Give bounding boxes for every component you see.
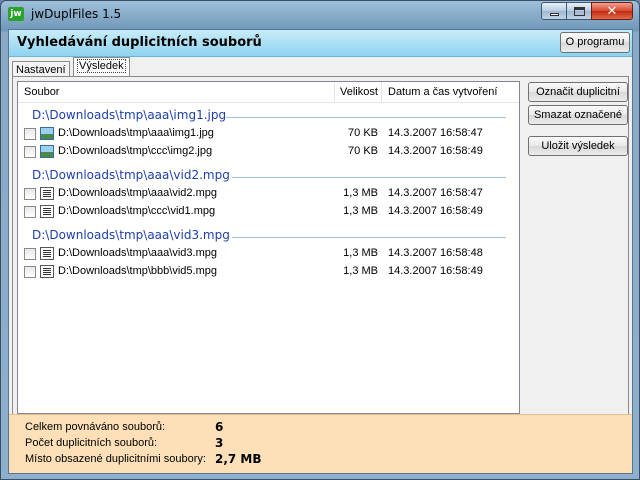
video-file-icon xyxy=(40,205,54,218)
tab-label: Nastavení xyxy=(16,64,66,76)
close-icon: ✕ xyxy=(606,3,618,19)
column-date[interactable]: Datum a čas vytvoření xyxy=(388,86,497,98)
save-result-button[interactable]: Uložit výsledek xyxy=(528,136,628,156)
column-size[interactable]: Velikost xyxy=(340,86,378,98)
app-logo-icon: jw xyxy=(8,7,24,21)
row-checkbox[interactable] xyxy=(24,128,36,140)
duplicate-space-label: Místo obsazené duplicitními soubory: xyxy=(25,453,206,465)
file-path: D:\Downloads\tmp\ccc\vid1.mpg xyxy=(58,205,216,217)
summary-panel: Celkem povnáváno souborů: 6 Počet duplic… xyxy=(9,414,632,473)
minimize-icon xyxy=(549,12,559,16)
image-file-icon xyxy=(40,145,54,158)
file-size: 1,3 MB xyxy=(343,247,378,259)
file-size: 1,3 MB xyxy=(343,187,378,199)
close-button[interactable]: ✕ xyxy=(591,2,633,20)
header-band: Vyhledávání duplicitních souborů O progr… xyxy=(9,30,632,57)
file-path: D:\Downloads\tmp\bbb\vid5.mpg xyxy=(58,265,217,277)
row-checkbox[interactable] xyxy=(24,188,36,200)
list-item[interactable]: D:\Downloads\tmp\ccc\img2.jpg 70 KB 14.3… xyxy=(18,143,519,161)
duplicate-space-value: 2,7 MB xyxy=(215,452,262,466)
group-divider xyxy=(226,117,506,118)
file-date: 14.3.2007 16:58:49 xyxy=(388,265,483,277)
list-item[interactable]: D:\Downloads\tmp\aaa\vid3.mpg 1,3 MB 14.… xyxy=(18,245,519,263)
list-item[interactable]: D:\Downloads\tmp\aaa\vid2.mpg 1,3 MB 14.… xyxy=(18,185,519,203)
minimize-button[interactable] xyxy=(541,2,567,20)
tab-results[interactable]: Výsledek xyxy=(73,57,130,77)
file-size: 70 KB xyxy=(348,127,378,139)
tab-label: Výsledek xyxy=(77,59,126,73)
group-header[interactable]: D:\Downloads\tmp\aaa\img1.jpg xyxy=(32,108,226,122)
list-item[interactable]: D:\Downloads\tmp\ccc\vid1.mpg 1,3 MB 14.… xyxy=(18,203,519,221)
file-path: D:\Downloads\tmp\aaa\img1.jpg xyxy=(58,127,214,139)
video-file-icon xyxy=(40,265,54,278)
row-checkbox[interactable] xyxy=(24,146,36,158)
file-size: 1,3 MB xyxy=(343,265,378,277)
duplicates-list[interactable]: Soubor Velikost Datum a čas vytvoření D:… xyxy=(17,81,520,414)
file-date: 14.3.2007 16:58:48 xyxy=(388,247,483,259)
group-header[interactable]: D:\Downloads\tmp\aaa\vid2.mpg xyxy=(32,168,230,182)
file-date: 14.3.2007 16:58:47 xyxy=(388,187,483,199)
duplicate-count-label: Počet duplicitních souborů: xyxy=(25,437,158,449)
tab-settings[interactable]: Nastavení xyxy=(12,61,70,77)
image-file-icon xyxy=(40,127,54,140)
app-window: jw jwDuplFiles 1.5 ✕ Vyhledávání duplici… xyxy=(0,0,640,480)
video-file-icon xyxy=(40,247,54,260)
file-date: 14.3.2007 16:58:49 xyxy=(388,145,483,157)
window-title: jwDuplFiles 1.5 xyxy=(31,7,122,21)
file-path: D:\Downloads\tmp\ccc\img2.jpg xyxy=(58,145,213,157)
file-size: 1,3 MB xyxy=(343,205,378,217)
maximize-icon xyxy=(573,6,585,16)
row-checkbox[interactable] xyxy=(24,248,36,260)
row-checkbox[interactable] xyxy=(24,206,36,218)
duplicate-count-value: 3 xyxy=(215,436,224,450)
column-separator[interactable] xyxy=(334,82,335,102)
file-path: D:\Downloads\tmp\aaa\vid3.mpg xyxy=(58,247,217,259)
group-header[interactable]: D:\Downloads\tmp\aaa\vid3.mpg xyxy=(32,228,230,242)
client-area: Vyhledávání duplicitních souborů O progr… xyxy=(8,29,633,474)
group-divider xyxy=(232,237,506,238)
delete-marked-button[interactable]: Smazat označené xyxy=(528,105,628,125)
title-bar[interactable]: jw jwDuplFiles 1.5 ✕ xyxy=(1,1,639,29)
file-size: 70 KB xyxy=(348,145,378,157)
file-date: 14.3.2007 16:58:47 xyxy=(388,127,483,139)
list-item[interactable]: D:\Downloads\tmp\bbb\vid5.mpg 1,3 MB 14.… xyxy=(18,263,519,281)
compared-files-value: 6 xyxy=(215,420,224,434)
group-divider xyxy=(232,177,506,178)
video-file-icon xyxy=(40,187,54,200)
page-title: Vyhledávání duplicitních souborů xyxy=(17,35,262,50)
results-panel: Soubor Velikost Datum a čas vytvoření D:… xyxy=(12,76,629,440)
maximize-button[interactable] xyxy=(566,2,592,20)
file-date: 14.3.2007 16:58:49 xyxy=(388,205,483,217)
column-separator[interactable] xyxy=(381,82,382,102)
compared-files-label: Celkem povnáváno souborů: xyxy=(25,421,166,433)
file-path: D:\Downloads\tmp\aaa\vid2.mpg xyxy=(58,187,217,199)
mark-duplicates-button[interactable]: Označit duplicitní xyxy=(528,82,628,102)
row-checkbox[interactable] xyxy=(24,266,36,278)
list-header: Soubor Velikost Datum a čas vytvoření xyxy=(18,82,519,103)
list-item[interactable]: D:\Downloads\tmp\aaa\img1.jpg 70 KB 14.3… xyxy=(18,125,519,143)
column-file[interactable]: Soubor xyxy=(24,86,59,98)
about-button[interactable]: O programu xyxy=(560,32,630,53)
